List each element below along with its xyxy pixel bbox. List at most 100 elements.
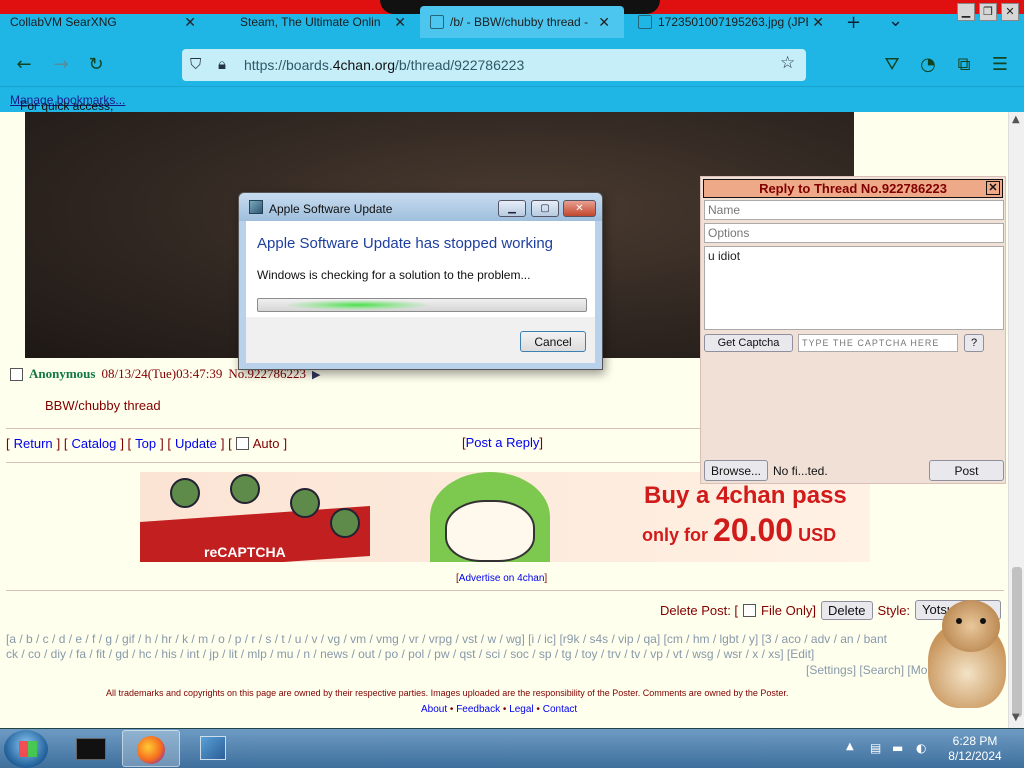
feedback-link[interactable]: Feedback [456, 704, 500, 715]
close-icon[interactable]: ✕ [563, 200, 596, 217]
advertise-link[interactable]: Advertise on 4chan [459, 573, 545, 584]
close-tab-icon[interactable]: ✕ [598, 14, 610, 31]
tab-4chan-thread[interactable]: /b/ - BBW/chubby thread - ✕ [420, 6, 624, 38]
reply-header[interactable]: Reply to Thread No.922786223 ✕ [703, 179, 1003, 198]
update-link[interactable]: Update [175, 436, 217, 451]
get-captcha-button[interactable]: Get Captcha [704, 334, 793, 352]
delete-post-label: Delete Post: [ [660, 602, 739, 618]
software-update-icon [200, 736, 226, 760]
close-tab-icon[interactable]: ✕ [812, 14, 824, 31]
minimize-icon[interactable]: ▁ [498, 200, 526, 217]
captcha-help-button[interactable]: ? [964, 334, 984, 352]
browse-button[interactable]: Browse... [704, 460, 768, 481]
catalog-link[interactable]: Catalog [72, 436, 117, 451]
auto-checkbox[interactable] [235, 437, 249, 450]
close-window-icon[interactable]: ✕ [1001, 3, 1019, 21]
pocket-icon[interactable]: ⛛ [881, 54, 903, 75]
extensions-icon[interactable]: ⧉ [953, 54, 975, 75]
taskbar-app-update[interactable] [184, 730, 242, 767]
comment-field[interactable]: u idiot [704, 246, 1004, 330]
menu-icon[interactable]: ☰ [989, 54, 1011, 75]
goblin-figure [290, 488, 320, 518]
reload-icon[interactable]: ↻ [85, 54, 107, 75]
start-button[interactable] [4, 730, 48, 768]
clock-time: 6:28 PM [952, 734, 998, 748]
name-field[interactable] [704, 200, 1004, 220]
bookmark-star-icon[interactable]: ☆ [780, 53, 795, 73]
restore-icon[interactable]: ❐ [979, 3, 997, 21]
options-field[interactable] [704, 223, 1004, 243]
close-tab-icon[interactable]: ✕ [394, 14, 406, 31]
about-link[interactable]: About [421, 704, 447, 715]
address-bar[interactable]: ⛉ 🔒︎ https://boards.4chan.org/b/thread/9… [182, 49, 806, 81]
new-tab-button[interactable]: + [846, 12, 861, 33]
goblin-figure [170, 478, 200, 508]
taskbar-app-firefox[interactable] [122, 730, 180, 767]
board-list[interactable]: ck / co / diy / fa / fit / gd / hc / his… [6, 647, 946, 662]
forward-icon[interactable]: → [50, 54, 72, 75]
account-icon[interactable]: ◔ [917, 54, 939, 75]
goblin-figure [230, 474, 260, 504]
top-link[interactable]: Top [135, 436, 156, 451]
delete-button[interactable]: Delete [820, 600, 873, 620]
scroll-up-icon[interactable]: ▲ [1012, 114, 1020, 125]
tab-title: 1723501007195263.jpg (JPEG [658, 15, 808, 29]
taskbar-clock[interactable]: 6:28 PM 8/12/2024 [944, 734, 1006, 764]
clover-icon [430, 15, 444, 29]
captcha-input[interactable] [798, 334, 958, 352]
return-link[interactable]: Return [14, 436, 53, 451]
post-reply-link[interactable]: Post a Reply [466, 435, 540, 450]
post-reply: [Post a Reply] [462, 435, 543, 450]
volume-icon[interactable]: ◐ [916, 741, 926, 755]
legal-notice: All trademarks and copyrights on this pa… [106, 688, 789, 698]
shield-icon[interactable]: ⛉ [190, 55, 201, 73]
tab-title: Steam, The Ultimate Online [240, 15, 380, 29]
scroll-down-icon[interactable]: ▼ [1012, 712, 1020, 723]
display-icon[interactable]: ▬ [892, 741, 903, 755]
banner-currency: USD [798, 525, 837, 545]
legal-link[interactable]: Legal [509, 704, 533, 715]
image-icon [638, 15, 652, 29]
thread-nav: [Return] [Catalog] [Top] [Update] [ Auto… [6, 436, 288, 451]
post-body: BBW/chubby thread [45, 398, 161, 413]
page-scrollbar[interactable]: ▲ ▼ [1008, 112, 1024, 728]
progress-indicator [288, 300, 428, 310]
show-hidden-icons[interactable]: ▲ [846, 741, 854, 752]
error-dialog: Apple Software Update ▁ ▢ ✕ Apple Softwa… [238, 192, 603, 370]
url-text[interactable]: https://boards.4chan.org/b/thread/922786… [244, 57, 524, 73]
list-tabs-button[interactable]: ⌄ [888, 10, 903, 31]
tab-steam[interactable]: Steam, The Ultimate Online ✕ [230, 6, 420, 38]
lock-icon[interactable]: 🔒︎ [218, 55, 226, 73]
scrollbar-thumb[interactable] [1012, 567, 1022, 717]
nav-toolbar: ← → ↻ ⛉ 🔒︎ https://boards.4chan.org/b/th… [0, 44, 1024, 86]
dialog-heading: Apple Software Update has stopped workin… [257, 235, 554, 252]
file-only-checkbox[interactable] [743, 603, 757, 617]
minimize-icon[interactable]: ▁ [957, 3, 975, 21]
dialog-title: Apple Software Update [269, 202, 393, 216]
maximize-icon[interactable]: ▢ [531, 200, 559, 217]
cancel-button[interactable]: Cancel [520, 331, 586, 352]
banner-price-line: only for 20.00 USD [642, 512, 836, 549]
contact-link[interactable]: Contact [543, 704, 577, 715]
post-button[interactable]: Post [929, 460, 1004, 481]
banner-captcha-text: reCAPTCHA [204, 544, 286, 560]
dialog-titlebar[interactable]: Apple Software Update ▁ ▢ ✕ [239, 193, 602, 221]
close-icon[interactable]: ✕ [986, 181, 1000, 195]
style-label: Style: [877, 602, 911, 618]
tab-title: /b/ - BBW/chubby thread - [450, 15, 589, 29]
close-tab-icon[interactable]: ✕ [184, 14, 196, 31]
tab-searxng[interactable]: CollabVM SearXNG ✕ [0, 6, 210, 38]
back-icon[interactable]: ← [13, 54, 35, 75]
hamster-head [942, 600, 1000, 652]
hamster-eye [956, 618, 962, 624]
progress-bar [257, 298, 587, 312]
goblin-figure [330, 508, 360, 538]
4chan-pass-banner[interactable]: reCAPTCHA Buy a 4chan pass only for 20.0… [140, 472, 870, 562]
clock-date: 8/12/2024 [948, 749, 1002, 763]
taskbar-app-terminal[interactable] [62, 730, 120, 767]
post-checkbox[interactable] [10, 367, 23, 381]
tab-image[interactable]: 1723501007195263.jpg (JPEG ✕ [628, 6, 838, 38]
hamster-sticker [920, 598, 1010, 710]
network-icon[interactable]: ▤ [870, 741, 881, 755]
board-list[interactable]: [a / b / c / d / e / f / g / gif / h / h… [6, 632, 946, 647]
